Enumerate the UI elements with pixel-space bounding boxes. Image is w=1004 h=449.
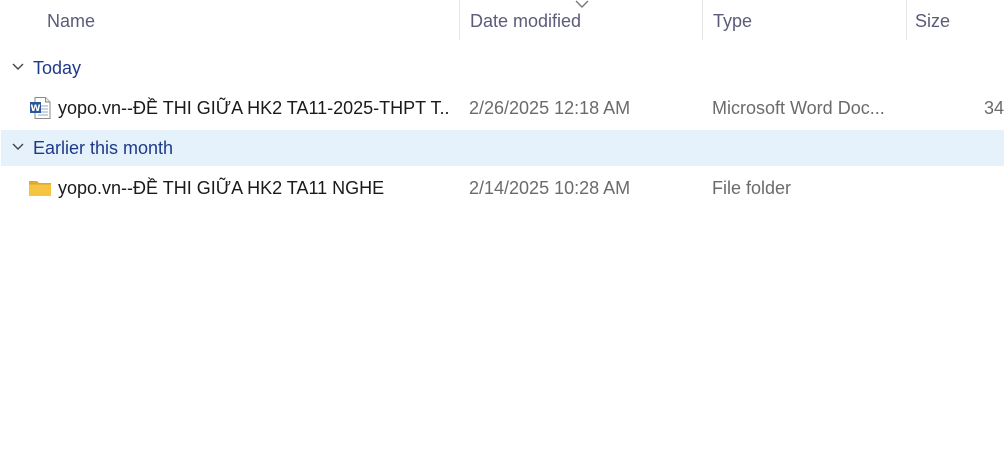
chevron-down-icon[interactable] [11,141,25,153]
file-explorer-list: Name Date modified Type Size Today W yop… [0,0,1004,449]
file-row[interactable]: yopo.vn--ĐỀ THI GIỮA HK2 TA11 NGHE 2/14/… [0,170,1004,206]
column-header-bar: Name Date modified Type Size [0,0,1004,40]
file-name[interactable]: yopo.vn--ĐỀ THI GIỮA HK2 TA11 NGHE [58,170,450,206]
file-date-modified: 2/14/2025 10:28 AM [469,178,631,198]
column-header-name-label: Name [47,11,96,31]
chevron-down-icon[interactable] [11,61,25,73]
column-header-size-label: Size [915,11,951,31]
column-header-date-label: Date modified [470,11,582,31]
svg-text:W: W [31,104,41,114]
column-header-size[interactable]: Size [905,0,1004,40]
group-header-label: Today [33,58,82,78]
group-header-today[interactable]: Today [1,50,1004,86]
column-header-type-label: Type [713,11,753,31]
file-size: 34 [984,98,1004,118]
file-row[interactable]: W yopo.vn--ĐỀ THI GIỮA HK2 TA11-2025-THP… [0,90,1004,126]
file-name[interactable]: yopo.vn--ĐỀ THI GIỮA HK2 TA11-2025-THPT … [58,90,450,126]
folder-icon [29,181,51,196]
file-type: Microsoft Word Doc... [712,98,885,118]
column-header-name[interactable]: Name [37,0,459,40]
group-header-label: Earlier this month [33,138,174,158]
column-header-type[interactable]: Type [703,0,906,40]
file-date-modified: 2/26/2025 12:18 AM [469,98,631,118]
chevron-down-icon [575,0,589,8]
file-type: File folder [712,178,792,198]
word-document-icon: W [30,97,51,119]
group-header-earlier-this-month[interactable]: Earlier this month [1,130,1004,166]
